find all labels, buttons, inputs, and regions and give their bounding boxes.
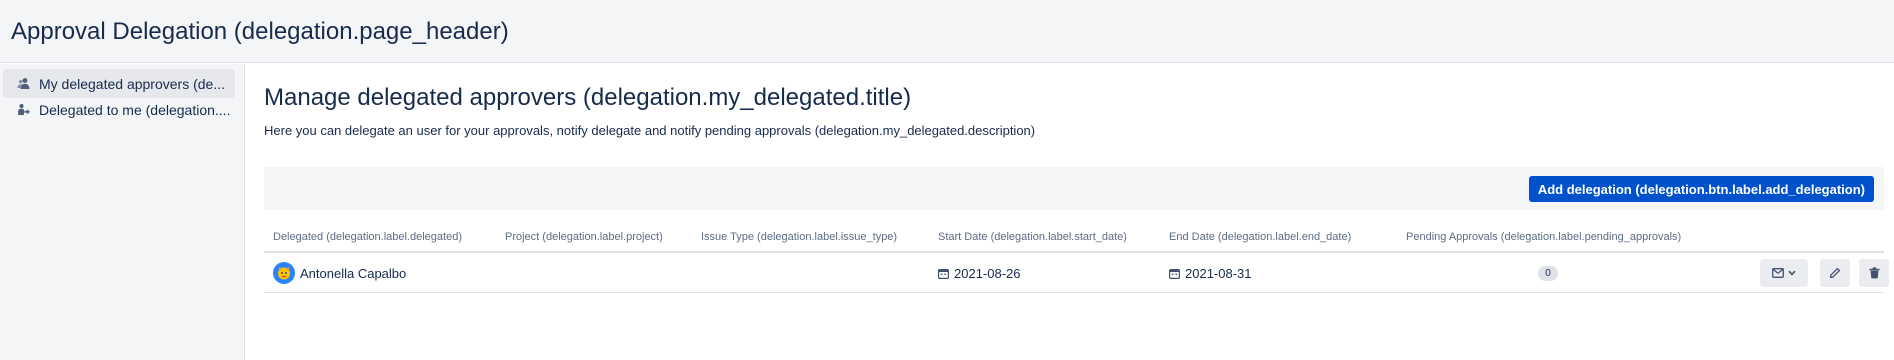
sidebar-item-delegated-to-me[interactable]: Delegated to me (delegation....: [3, 95, 235, 124]
calendar-icon: [1169, 268, 1180, 279]
edit-icon: [1829, 267, 1841, 279]
column-header-pending-approvals: Pending Approvals (delegation.label.pend…: [1406, 231, 1682, 243]
avatar: [273, 262, 295, 284]
column-header-project: Project (delegation.label.project): [505, 231, 663, 243]
mail-icon: [1772, 268, 1784, 278]
sidebar-item-label: My delegated approvers (de...: [39, 75, 225, 92]
trash-icon: [1869, 267, 1879, 279]
page-header-title: Approval Delegation (delegation.page_hea…: [11, 18, 509, 45]
main-content: Manage delegated approvers (delegation.m…: [246, 64, 1894, 360]
table-toolbar: Add delegation (delegation.btn.label.add…: [264, 167, 1884, 210]
sidebar-item-my-delegated-approvers[interactable]: My delegated approvers (de...: [3, 69, 235, 98]
start-date-value: 2021-08-26: [954, 265, 1021, 281]
delegate-arrow-icon: [18, 103, 30, 115]
sidebar-item-label: Delegated to me (delegation....: [39, 101, 231, 118]
column-header-end-date: End Date (delegation.label.end_date): [1169, 231, 1352, 243]
notify-dropdown-button[interactable]: [1760, 259, 1808, 287]
sidebar: My delegated approvers (de... Delegated …: [0, 64, 245, 360]
delegated-user-name: Antonella Capalbo: [300, 265, 407, 281]
column-header-issue-type: Issue Type (delegation.label.issue_type): [701, 231, 898, 243]
calendar-icon: [938, 268, 949, 279]
avatar-face-icon: [278, 266, 290, 280]
section-title: Manage delegated approvers (delegation.m…: [264, 84, 912, 111]
pending-approvals-cell: 0: [1538, 253, 1558, 293]
edit-button[interactable]: [1820, 259, 1850, 287]
end-date-value: 2021-08-31: [1185, 265, 1252, 281]
add-delegation-button[interactable]: Add delegation (delegation.btn.label.add…: [1528, 176, 1874, 202]
start-date-cell: 2021-08-26: [938, 253, 1021, 293]
table-row: Antonella Capalbo 2021-08-26 2021-08-31 …: [264, 253, 1889, 293]
table-header: Delegated (delegation.label.delegated) P…: [264, 224, 1884, 253]
users-icon: [17, 78, 30, 89]
page-header: Approval Delegation (delegation.page_hea…: [0, 0, 1894, 63]
section-description: Here you can delegate an user for your a…: [264, 123, 1036, 138]
delete-button[interactable]: [1859, 259, 1889, 287]
pending-approvals-badge: 0: [1538, 265, 1558, 281]
column-header-start-date: Start Date (delegation.label.start_date): [938, 231, 1127, 243]
chevron-down-icon: [1788, 270, 1796, 276]
end-date-cell: 2021-08-31: [1169, 253, 1252, 293]
delegated-cell: Antonella Capalbo: [273, 253, 406, 293]
column-header-delegated: Delegated (delegation.label.delegated): [273, 231, 462, 243]
